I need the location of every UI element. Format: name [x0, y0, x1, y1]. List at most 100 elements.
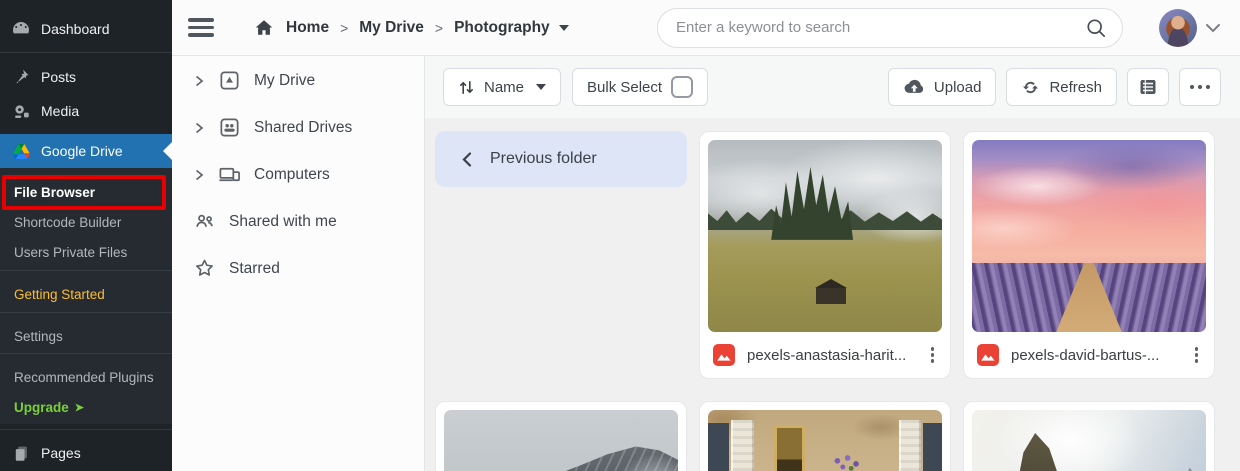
sidebar-item-label: Google Drive	[41, 143, 123, 159]
google-drive-submenu: File Browser Shortcode Builder Users Pri…	[0, 168, 172, 424]
sidebar-item-pages[interactable]: Pages	[0, 434, 172, 471]
tree-item-starred[interactable]: Starred	[172, 245, 424, 292]
file-thumbnail-lavender-field[interactable]	[972, 140, 1206, 332]
bulk-select-button[interactable]: Bulk Select	[572, 68, 709, 106]
sidebar-item-label: Media	[41, 103, 80, 119]
file-caption: pexels-anastasia-harit...	[708, 332, 942, 378]
breadcrumb-item-photography[interactable]: Photography	[454, 19, 550, 37]
breadcrumb-item-my-drive[interactable]: My Drive	[359, 19, 424, 37]
chevron-left-icon	[462, 151, 472, 167]
submenu-item-settings[interactable]: Settings	[0, 321, 172, 351]
submenu-separator	[0, 312, 172, 313]
chevron-down-icon[interactable]	[1205, 21, 1221, 35]
sidebar-item-label: Dashboard	[41, 21, 110, 37]
sidebar-item-posts[interactable]: Posts	[0, 60, 172, 94]
file-caption: pexels-david-bartus-...	[972, 332, 1206, 378]
submenu-separator	[0, 270, 172, 271]
bulk-select-label: Bulk Select	[587, 78, 663, 96]
file-thumbnail-misty-ridge[interactable]	[444, 410, 678, 471]
star-icon	[196, 259, 213, 276]
sidebar-item-label: Posts	[41, 69, 77, 85]
wp-admin-sidebar: Dashboard Posts Media Google Drive File …	[0, 0, 172, 471]
sidebar-item-dashboard[interactable]: Dashboard	[0, 12, 172, 46]
tree-item-shared-with-me[interactable]: Shared with me	[172, 198, 424, 245]
submenu-item-users-private-files[interactable]: Users Private Files	[0, 237, 172, 267]
caret-down-icon[interactable]	[558, 24, 569, 31]
dashboard-icon	[11, 19, 31, 39]
refresh-button[interactable]: Refresh	[1006, 68, 1117, 106]
chevron-right-icon[interactable]	[193, 168, 205, 182]
search-icon[interactable]	[1084, 16, 1108, 40]
submenu-item-getting-started[interactable]: Getting Started	[0, 279, 172, 309]
tree-item-label: Shared Drives	[254, 118, 353, 136]
breadcrumb-separator: >	[434, 19, 444, 36]
file-card[interactable]	[699, 401, 951, 471]
refresh-button-label: Refresh	[1049, 78, 1102, 96]
sidebar-separator	[0, 429, 172, 430]
list-view-icon	[1140, 80, 1156, 94]
kebab-menu-icon[interactable]	[925, 343, 941, 367]
chevron-right-icon[interactable]	[193, 121, 205, 135]
upload-button[interactable]: Upload	[887, 68, 997, 106]
search-bar	[657, 7, 1123, 48]
home-icon[interactable]	[254, 18, 274, 38]
media-icon	[11, 101, 31, 121]
shared-drives-icon	[220, 118, 239, 137]
file-grid: Previous folder pexels-anastasia-harit..…	[435, 131, 1221, 471]
file-card[interactable]: pexels-david-bartus-...	[963, 131, 1215, 379]
sidebar-item-media[interactable]: Media	[0, 94, 172, 128]
pages-icon	[11, 443, 31, 463]
current-menu-notch	[163, 142, 172, 160]
kebab-menu-icon[interactable]	[1189, 343, 1205, 367]
file-card[interactable]	[435, 401, 687, 471]
tree-item-shared-drives[interactable]: Shared Drives	[172, 104, 424, 151]
breadcrumb: Home > My Drive > Photography	[286, 19, 569, 37]
upgrade-arrow-icon: ➤	[74, 401, 84, 414]
image-file-icon	[977, 344, 999, 366]
submenu-item-recommended-plugins[interactable]: Recommended Plugins	[0, 362, 172, 392]
previous-folder-label: Previous folder	[490, 150, 597, 167]
file-thumbnail-foggy-meadow[interactable]	[708, 140, 942, 332]
file-toolbar: Name Bulk Select Upload Refresh	[425, 56, 1240, 118]
top-header: Home > My Drive > Photography	[172, 0, 1240, 56]
sidebar-separator	[0, 52, 172, 53]
refresh-icon	[1023, 81, 1039, 93]
shared-with-me-icon	[196, 214, 213, 227]
file-card[interactable]	[963, 401, 1215, 471]
tree-item-computers[interactable]: Computers	[172, 151, 424, 198]
submenu-item-file-browser[interactable]: File Browser	[0, 168, 172, 207]
previous-folder-button[interactable]: Previous folder	[435, 131, 687, 187]
hamburger-menu-icon[interactable]	[188, 18, 214, 37]
sidebar-item-google-drive[interactable]: Google Drive	[0, 134, 172, 168]
submenu-item-upgrade[interactable]: Upgrade ➤	[0, 392, 172, 422]
user-avatar[interactable]	[1159, 8, 1197, 47]
image-file-icon	[713, 344, 735, 366]
breadcrumb-item-home[interactable]: Home	[286, 19, 329, 37]
file-card[interactable]: pexels-anastasia-harit...	[699, 131, 951, 379]
search-input[interactable]	[676, 19, 1084, 36]
google-drive-icon	[11, 141, 31, 161]
tree-item-label: Shared with me	[229, 212, 337, 230]
tree-item-my-drive[interactable]: My Drive	[172, 57, 424, 104]
bulk-select-checkbox[interactable]	[671, 76, 694, 98]
file-name: pexels-anastasia-harit...	[747, 346, 907, 364]
app-window: Dashboard Posts Media Google Drive File …	[0, 0, 1240, 471]
sort-button-label: Name	[484, 78, 525, 96]
file-thumbnail-karst-peaks[interactable]	[972, 410, 1206, 471]
file-name: pexels-david-bartus-...	[1011, 346, 1160, 364]
folder-tree-panel: My Drive Shared Drives Computers Shared …	[172, 56, 425, 471]
computers-icon	[219, 167, 240, 182]
my-drive-icon	[220, 71, 239, 90]
file-thumbnail-stone-house[interactable]	[708, 410, 942, 471]
sidebar-item-label: Pages	[41, 445, 81, 461]
ellipsis-icon	[1189, 84, 1211, 90]
submenu-item-shortcode-builder[interactable]: Shortcode Builder	[0, 207, 172, 237]
chevron-right-icon[interactable]	[193, 74, 205, 88]
tree-item-label: My Drive	[254, 71, 316, 89]
list-view-button[interactable]	[1127, 68, 1169, 106]
sort-arrows-icon	[460, 80, 473, 94]
more-options-button[interactable]	[1179, 68, 1221, 106]
sort-button[interactable]: Name	[443, 68, 562, 106]
tree-item-label: Computers	[254, 165, 330, 183]
upload-button-label: Upload	[933, 78, 982, 96]
